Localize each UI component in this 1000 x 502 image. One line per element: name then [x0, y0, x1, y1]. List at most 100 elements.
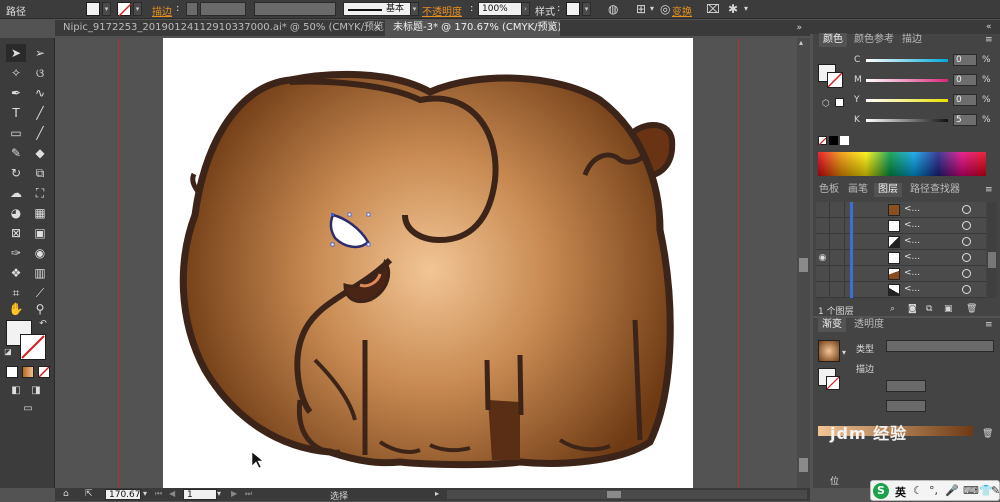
direct-selection-tool-icon[interactable]: ➢ — [30, 44, 50, 62]
tab-swatches[interactable]: 色板 — [815, 183, 843, 197]
artboard-nav-icon[interactable]: ⌂ — [63, 488, 69, 500]
gradient-preset-dropdown-icon[interactable]: ▾ — [842, 347, 846, 359]
visibility-eye-icon[interactable]: ◉ — [816, 250, 830, 266]
out-of-gamut-icon[interactable]: ⬡ — [822, 98, 830, 110]
bbox-handle[interactable] — [330, 242, 335, 247]
target-icon[interactable] — [962, 253, 971, 262]
layer-row[interactable]: ◉ <... — [816, 250, 986, 266]
brush-dropdown[interactable]: ▾ — [410, 2, 419, 16]
stroke-weight-field[interactable] — [200, 2, 246, 16]
isolate-icon[interactable]: ⌧ — [706, 3, 720, 15]
close-icon[interactable]: × — [373, 20, 381, 36]
swap-colors-icon[interactable]: ↶ — [36, 318, 50, 330]
layers-scrollbar[interactable] — [987, 202, 997, 298]
punctuation-icon[interactable]: °, — [929, 484, 938, 497]
none-swatch[interactable] — [818, 136, 827, 146]
opacity-label[interactable]: 不透明度 — [422, 3, 462, 18]
target-icon[interactable] — [962, 237, 971, 246]
channel-y-slider[interactable] — [866, 99, 948, 102]
magic-wand-tool-icon[interactable]: ✧ — [6, 64, 26, 82]
style-dropdown[interactable]: ▾ — [582, 2, 591, 16]
paintbrush-tool-icon[interactable]: ╱ — [30, 124, 50, 142]
target-icon[interactable] — [962, 205, 971, 214]
channel-m-slider[interactable] — [866, 79, 948, 82]
gradient-type-select[interactable] — [886, 340, 994, 352]
new-sublayer-icon[interactable]: ⧉ — [926, 303, 932, 315]
layer-name[interactable]: <... — [904, 236, 920, 246]
delete-layer-icon[interactable]: 🗑 — [966, 303, 977, 315]
panel-menu-icon[interactable]: ≡ — [985, 184, 993, 196]
layer-name[interactable]: <... — [904, 284, 920, 294]
eyedropper-tool-icon[interactable]: ✑ — [6, 244, 26, 262]
gradient-angle-field[interactable] — [886, 380, 926, 392]
opacity-field[interactable]: 100% — [478, 2, 522, 16]
recolor-icon[interactable]: ◍ — [608, 3, 618, 15]
horizontal-scrollbar[interactable] — [447, 490, 807, 499]
blend-tool-icon[interactable]: ◉ — [30, 244, 50, 262]
color-stroke-box[interactable] — [827, 72, 843, 88]
selection-tool-icon[interactable]: ➤ — [6, 44, 26, 62]
status-menu-icon[interactable]: ▸ — [435, 488, 439, 500]
shape-builder-tool-icon[interactable]: ◕ — [6, 204, 26, 222]
white-swatch[interactable] — [840, 136, 849, 145]
options-dropdown-icon[interactable]: ▾ — [744, 3, 748, 15]
stroke-color-box[interactable] — [20, 334, 46, 360]
draw-inside-icon[interactable]: ◨ — [26, 382, 46, 400]
new-layer-icon[interactable]: ▣ — [944, 303, 953, 315]
close-icon[interactable]: × — [548, 20, 556, 36]
layer-name[interactable]: <... — [904, 252, 920, 262]
perspective-grid-tool-icon[interactable]: ▦ — [30, 204, 50, 222]
prev-artboard-icon[interactable]: ◀ — [169, 488, 175, 500]
color-spectrum[interactable] — [818, 152, 986, 176]
tab-document-2[interactable]: 未标题-3* @ 170.67% (CMYK/预览) × — [385, 20, 560, 36]
brush-definition-field[interactable]: 基本 — [343, 2, 411, 16]
align-icon[interactable]: ⊞ — [636, 3, 646, 15]
fill-swatch[interactable] — [86, 2, 100, 16]
keyboard-icon[interactable]: ⌨ — [963, 484, 979, 497]
bbox-handle[interactable] — [366, 242, 371, 247]
ime-language[interactable]: 英 — [895, 484, 906, 500]
more-options-icon[interactable]: ✱ — [728, 3, 738, 15]
layer-row[interactable]: <... — [816, 282, 986, 298]
channel-c-value[interactable]: 0 — [953, 54, 977, 66]
free-transform-tool-icon[interactable]: ⛶ — [30, 184, 50, 202]
layer-row[interactable]: <... — [816, 266, 986, 282]
gradient-preview[interactable] — [818, 340, 840, 362]
locate-object-icon[interactable]: ⌕ — [890, 303, 895, 315]
shape-icon[interactable]: ◎ — [660, 3, 670, 15]
microphone-icon[interactable]: 🎤 — [945, 484, 959, 497]
next-artboard-icon[interactable]: ▶ — [231, 488, 237, 500]
stroke-swatch[interactable] — [117, 2, 132, 17]
fill-dropdown[interactable]: ▾ — [102, 2, 111, 16]
type-tool-icon[interactable]: T — [6, 104, 26, 122]
opacity-dropdown[interactable]: › — [521, 2, 530, 16]
tab-transparency[interactable]: 透明度 — [850, 318, 888, 332]
channel-k-value[interactable]: 5 — [953, 114, 977, 126]
anchor-point[interactable] — [331, 213, 334, 216]
variable-width-field[interactable] — [254, 2, 336, 16]
gradient-tool-icon[interactable]: ▣ — [30, 224, 50, 242]
elephant-body[interactable] — [179, 70, 674, 469]
screen-mode-icon[interactable]: ▭ — [18, 400, 38, 418]
canvas-vertical-scrollbar[interactable]: ▴ — [797, 38, 810, 488]
black-swatch[interactable] — [829, 136, 838, 145]
mesh-tool-icon[interactable]: ⊠ — [6, 224, 26, 242]
elephant-artwork[interactable] — [160, 60, 700, 480]
stroke-label[interactable]: 描边 — [152, 3, 172, 18]
channel-c-slider[interactable] — [866, 59, 948, 62]
layer-name[interactable]: <... — [904, 204, 920, 214]
target-icon[interactable] — [962, 221, 971, 230]
tab-layers[interactable]: 图层 — [874, 183, 902, 197]
web-safe-swatch[interactable] — [835, 98, 844, 107]
panel-menu-icon[interactable]: ≡ — [985, 319, 993, 331]
artboard-number-field[interactable]: 1 — [183, 489, 217, 500]
tab-gradient[interactable]: 渐变 — [818, 318, 846, 332]
warp-tool-icon[interactable]: ☁ — [6, 184, 26, 202]
tab-document-1[interactable]: Nipic_9172253_20190124112910337000.ai* @… — [55, 20, 385, 36]
pencil-tool-icon[interactable]: ✎ — [6, 144, 26, 162]
tab-color[interactable]: 颜色 — [819, 33, 847, 47]
delete-stop-icon[interactable]: 🗑 — [982, 428, 993, 440]
target-icon[interactable] — [962, 269, 971, 278]
channel-k-slider[interactable] — [866, 119, 948, 122]
graph-tool-icon[interactable]: ▥ — [30, 264, 50, 282]
